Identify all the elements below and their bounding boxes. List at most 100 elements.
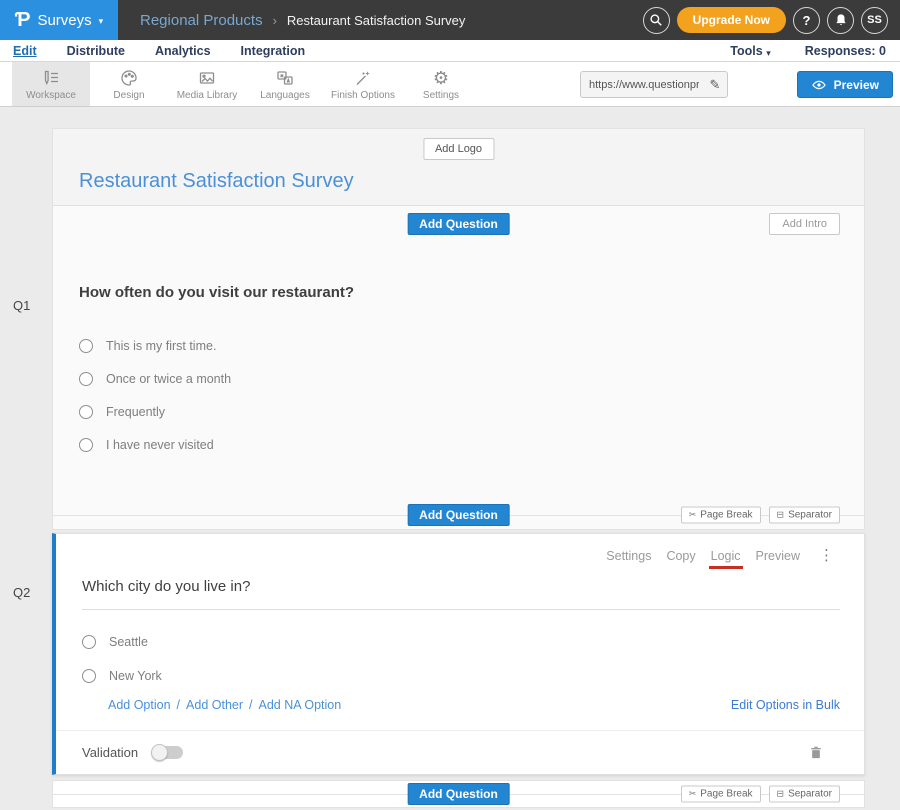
tab-integration[interactable]: Integration	[241, 44, 306, 58]
question-q2-card[interactable]: Settings Copy Logic Preview ⋮ Which city…	[52, 533, 865, 775]
tab-analytics[interactable]: Analytics	[155, 44, 211, 58]
add-question-button[interactable]: Add Question	[407, 213, 510, 235]
toolbar-item-languages[interactable]: Languages	[246, 62, 324, 106]
question-text-input[interactable]: Which city do you live in?	[82, 578, 840, 610]
add-question-row-mid: Add Question ✂ Page Break ⊟ Separator	[53, 499, 864, 530]
add-option-links: Add Option / Add Other / Add NA Option	[108, 698, 341, 712]
magic-wand-icon	[353, 68, 373, 88]
toolbar-item-workspace[interactable]: Workspace	[12, 62, 90, 106]
upgrade-now-button[interactable]: Upgrade Now	[677, 7, 786, 33]
add-na-option-link[interactable]: Add NA Option	[259, 698, 342, 712]
toggle-knob	[151, 744, 168, 761]
top-bar: Ƥ Surveys ▾ Regional Products › Restaura…	[0, 0, 900, 40]
breadcrumb-folder[interactable]: Regional Products	[140, 12, 263, 29]
option-label[interactable]: Seattle	[109, 635, 148, 649]
option-label[interactable]: Once or twice a month	[106, 372, 231, 386]
add-question-button[interactable]: Add Question	[407, 504, 510, 526]
add-intro-button[interactable]: Add Intro	[769, 213, 840, 235]
page-break-button[interactable]: ✂ Page Break	[681, 506, 761, 523]
option-label[interactable]: I have never visited	[106, 438, 214, 452]
page-break-label: Page Break	[700, 509, 752, 520]
toolbar-item-label: Media Library	[177, 90, 238, 101]
question-preview-button[interactable]: Preview	[756, 549, 800, 563]
validation-row: Validation	[56, 730, 864, 774]
radio-button[interactable]	[82, 669, 96, 683]
edit-options-in-bulk-link[interactable]: Edit Options in Bulk	[731, 698, 840, 712]
radio-button[interactable]	[79, 372, 93, 386]
avatar-initials: SS	[867, 14, 882, 26]
search-icon	[649, 13, 663, 27]
answer-options: Seattle New York	[82, 625, 162, 693]
toolbar-item-label: Finish Options	[331, 90, 395, 101]
question-text[interactable]: How often do you visit our restaurant?	[79, 284, 354, 301]
question-number-q2: Q2	[13, 585, 30, 600]
translate-icon	[275, 68, 295, 88]
search-button[interactable]	[643, 7, 670, 34]
toolbar-item-media-library[interactable]: Media Library	[168, 62, 246, 106]
survey-title[interactable]: Restaurant Satisfaction Survey	[79, 170, 354, 193]
tab-distribute[interactable]: Distribute	[67, 44, 125, 58]
trash-icon	[808, 744, 824, 761]
tab-edit[interactable]: Edit	[13, 44, 37, 58]
survey-header: Add Logo Restaurant Satisfaction Survey	[53, 129, 864, 206]
add-option-link[interactable]: Add Option	[108, 698, 171, 712]
workspace-icon	[41, 68, 61, 88]
breadcrumb-separator-icon: ›	[273, 13, 277, 28]
chevron-down-icon: ▾	[99, 16, 104, 27]
link-separator: /	[177, 698, 180, 712]
validation-label: Validation	[82, 745, 138, 760]
tools-menu-label: Tools	[730, 44, 762, 58]
toolbar-item-finish-options[interactable]: Finish Options	[324, 62, 402, 106]
question-settings-button[interactable]: Settings	[606, 549, 651, 563]
separator-icon: ⊟	[777, 509, 785, 520]
question-number-q1: Q1	[13, 298, 30, 313]
survey-card: Add Logo Restaurant Satisfaction Survey …	[52, 128, 865, 530]
link-separator: /	[249, 698, 252, 712]
validation-toggle[interactable]	[152, 746, 183, 759]
kebab-menu-icon[interactable]: ⋮	[819, 548, 834, 563]
delete-question-button[interactable]	[808, 744, 824, 761]
toolbar-item-design[interactable]: Design	[90, 62, 168, 106]
help-button[interactable]: ?	[793, 7, 820, 34]
image-icon	[197, 68, 217, 88]
separator-button[interactable]: ⊟ Separator	[769, 506, 840, 523]
add-question-row-top: Add Question Add Intro	[53, 206, 864, 241]
radio-button[interactable]	[79, 339, 93, 353]
radio-button[interactable]	[82, 635, 96, 649]
option-row: Once or twice a month	[79, 362, 231, 395]
surveys-product-menu[interactable]: Ƥ Surveys ▾	[0, 0, 118, 40]
toolbar-item-label: Design	[113, 90, 144, 101]
gear-icon: ⚙	[433, 68, 449, 88]
notifications-button[interactable]	[827, 7, 854, 34]
option-row: Frequently	[79, 395, 231, 428]
page-break-icon: ✂	[689, 509, 697, 520]
edit-url-pencil-icon[interactable]: ✎	[703, 77, 727, 93]
toolbar-item-settings[interactable]: ⚙ Settings	[402, 62, 480, 106]
option-row: This is my first time.	[79, 329, 231, 362]
question-q1[interactable]: How often do you visit our restaurant? T…	[53, 241, 864, 499]
add-question-button[interactable]: Add Question	[407, 783, 510, 805]
option-label[interactable]: This is my first time.	[106, 339, 216, 353]
page-break-button[interactable]: ✂ Page Break	[681, 786, 761, 803]
separator-label: Separator	[788, 509, 832, 520]
topbar-actions: Upgrade Now ? SS	[643, 0, 888, 40]
question-copy-button[interactable]: Copy	[666, 549, 695, 563]
preview-button-label: Preview	[834, 78, 879, 92]
survey-canvas: Q1 Q2 Add Logo Restaurant Satisfaction S…	[0, 107, 900, 810]
preview-button[interactable]: Preview	[797, 71, 893, 98]
option-row: New York	[82, 659, 162, 693]
section-nav: Edit Distribute Analytics Integration To…	[0, 40, 900, 62]
avatar[interactable]: SS	[861, 7, 888, 34]
tools-menu[interactable]: Tools ▾	[730, 44, 770, 58]
page-break-icon: ✂	[689, 789, 697, 800]
add-other-link[interactable]: Add Other	[186, 698, 243, 712]
question-logic-button[interactable]: Logic	[711, 549, 741, 563]
option-label[interactable]: Frequently	[106, 405, 165, 419]
break-buttons: ✂ Page Break ⊟ Separator	[681, 786, 840, 803]
separator-button[interactable]: ⊟ Separator	[769, 786, 840, 803]
radio-button[interactable]	[79, 438, 93, 452]
option-label[interactable]: New York	[109, 669, 162, 683]
add-logo-button[interactable]: Add Logo	[423, 138, 494, 160]
survey-url-input[interactable]	[581, 79, 703, 91]
radio-button[interactable]	[79, 405, 93, 419]
